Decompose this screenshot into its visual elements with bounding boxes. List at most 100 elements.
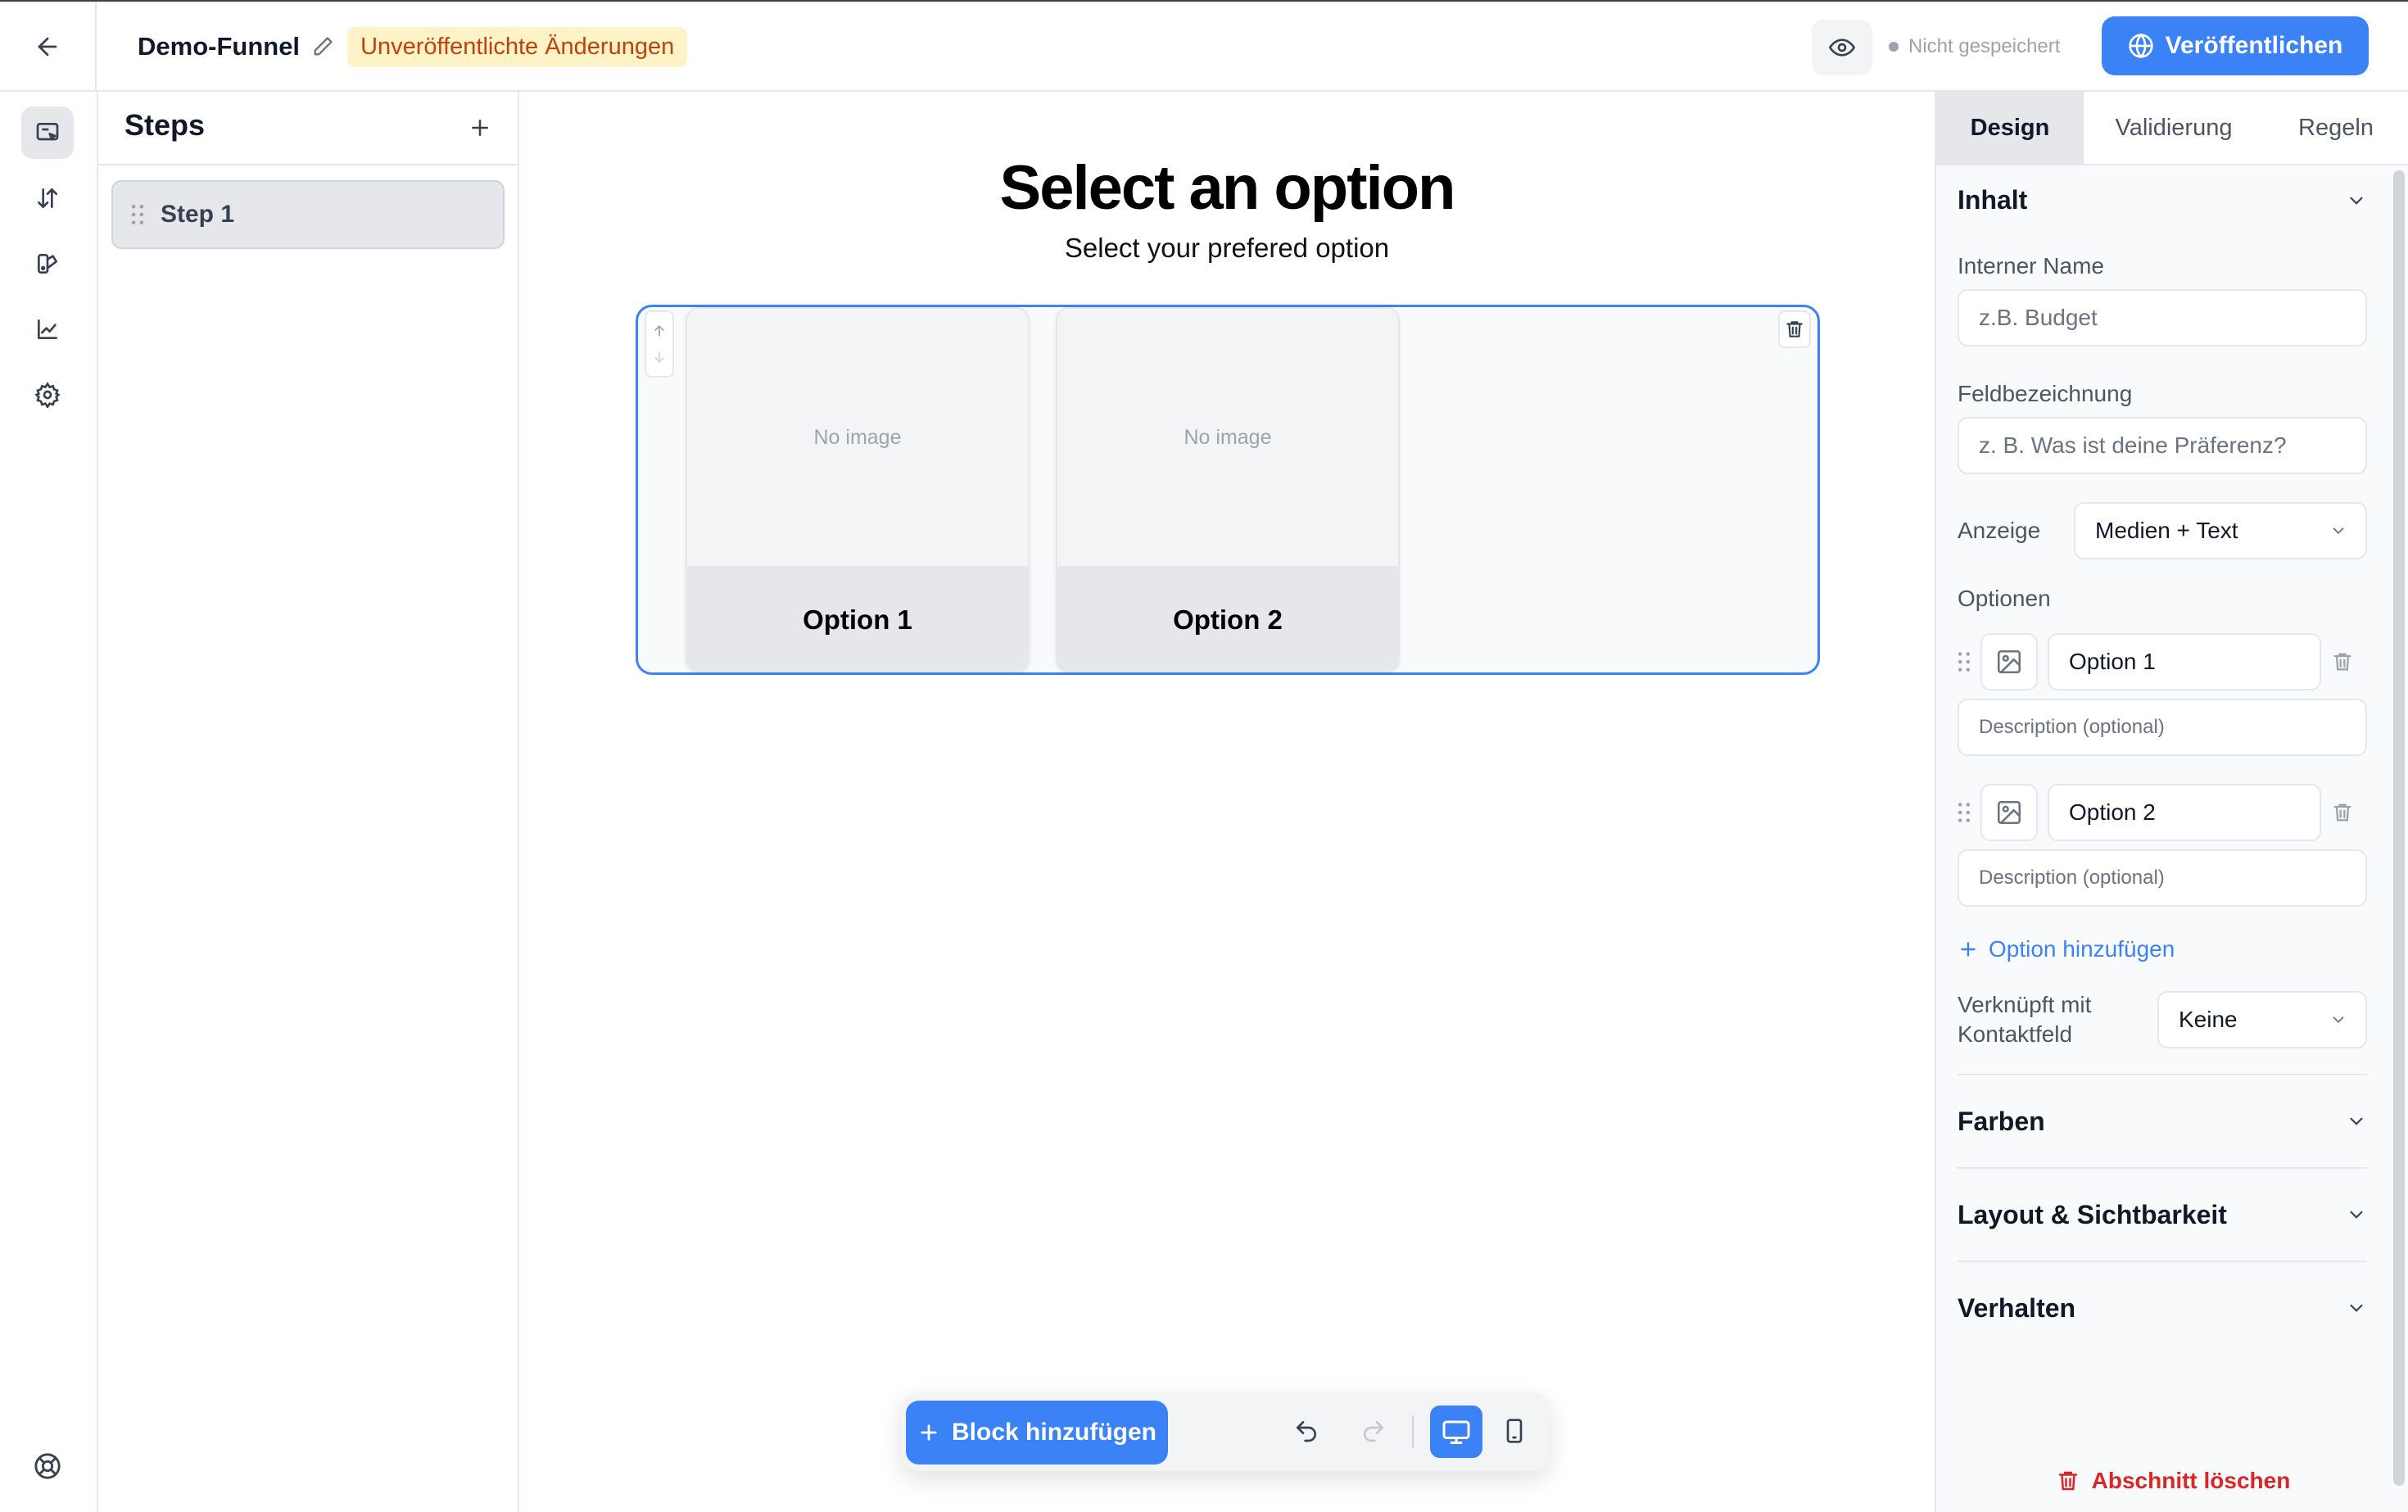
top-bar: Demo-Funnel Unveröffentlichte Änderungen… [0,0,2408,92]
linked-field-select[interactable]: Keine [2157,991,2367,1048]
chevron-down-icon [2350,1211,2363,1219]
option-editor-row: Option 1 [1958,633,2367,690]
option-image-placeholder: No image [687,309,1028,566]
section-behavior-header[interactable]: Verhalten [1958,1262,2367,1354]
option-image-button[interactable] [1980,784,2038,841]
pencil-icon[interactable] [311,35,334,58]
rail-editor[interactable] [21,106,74,159]
floating-toolbar: Block hinzufügen [901,1392,1550,1471]
settings-icon [34,382,61,408]
image-icon [1997,650,2021,674]
internal-name-input[interactable]: z.B. Budget [1958,289,2367,346]
plus-icon [472,120,488,136]
back-button[interactable] [0,2,97,92]
rail-settings[interactable] [21,369,74,421]
options-label: Optionen [1958,586,2051,611]
option-description-input[interactable]: Description (optional) [1958,699,2367,756]
chevron-down-icon [2350,197,2363,205]
option-editor-row: Option 2 [1958,784,2367,841]
publish-button[interactable]: Veröffentlichen [2102,16,2369,75]
inspector-scrollbar[interactable] [2393,170,2405,1486]
redo-button[interactable] [1353,1410,1394,1451]
arrow-up-icon[interactable] [651,323,668,339]
linked-field-label: Verknüpft mit Kontaktfeld [1958,990,2091,1049]
option-label: Option 2 [1057,566,1398,671]
question-title[interactable]: Select an option [519,152,1935,224]
unpublished-badge: Unveröffentlichte Änderungen [347,26,688,67]
image-icon [1997,800,2021,825]
question-subtitle[interactable]: Select your prefered option [519,233,1935,264]
funnel-title[interactable]: Demo-Funnel [138,32,300,61]
drag-handle-icon[interactable] [129,204,146,225]
globe-icon [2128,33,2153,59]
arrow-down-icon[interactable] [651,349,668,365]
section-behavior-title: Verhalten [1958,1292,2076,1323]
tab-rules[interactable]: Regeln [2264,92,2408,164]
drag-handle-icon[interactable] [1958,651,1971,672]
option-label: Option 1 [687,566,1028,671]
option-block[interactable]: No image Option 1 No image Option 2 [636,305,1820,675]
option-name-input[interactable]: Option 1 [2048,633,2321,690]
redo-icon [1364,1421,1383,1442]
field-label-input[interactable]: z. B. Was ist deine Präferenz? [1958,417,2367,474]
add-option-button[interactable]: Option hinzufügen [1958,936,2367,962]
toolbar-divider [1412,1415,1414,1448]
option-name-input[interactable]: Option 2 [2048,784,2321,841]
rail-theme[interactable] [21,238,74,290]
option-image-button[interactable] [1980,633,2038,690]
linked-field-value: Keine [2179,1007,2238,1032]
title-area: Demo-Funnel Unveröffentlichte Änderungen [138,2,688,92]
plus-icon [1961,942,1976,957]
preview-button[interactable] [1812,20,1872,75]
delete-section-label: Abschnitt löschen [2091,1468,2291,1493]
rail-analytics[interactable] [21,303,74,355]
save-status: Nicht gespeichert [1889,2,2060,92]
add-block-label: Block hinzufügen [952,1419,1156,1446]
mobile-icon [1506,1419,1523,1443]
section-content-header[interactable]: Inhalt [1958,185,2367,215]
theme-icon [38,254,57,274]
step-label: Step 1 [161,201,235,228]
chevron-down-icon [2333,1016,2344,1024]
delete-section-button[interactable]: Abschnitt löschen [1936,1468,2408,1494]
status-dot-icon [1889,42,1899,52]
analytics-icon [38,319,57,339]
eye-icon [1829,38,1855,57]
tab-validation[interactable]: Validierung [2084,92,2264,164]
trash-icon [2058,1471,2077,1491]
chevron-down-icon [2350,1304,2363,1312]
option-description-input[interactable]: Description (optional) [1958,849,2367,907]
plus-icon [921,1424,937,1441]
help-icon [34,1453,61,1479]
mobile-view-button[interactable] [1494,1410,1535,1451]
trash-icon[interactable] [2331,801,2354,824]
desktop-view-button[interactable] [1430,1406,1482,1458]
option-image-placeholder: No image [1057,309,1398,566]
step-item[interactable]: Step 1 [111,180,505,249]
reorder-controls [645,310,674,378]
display-select[interactable]: Medien + Text [2074,502,2367,559]
editor-canvas: Select an option Select your prefered op… [519,92,1935,1512]
delete-block-button[interactable] [1778,310,1811,348]
add-step-button[interactable] [464,111,496,144]
swap-icon [38,188,57,208]
trash-icon[interactable] [2331,650,2354,673]
rail-swap[interactable] [21,172,74,224]
editor-icon [36,123,59,141]
option-card[interactable]: No image Option 2 [1056,307,1400,672]
undo-icon [1297,1421,1316,1442]
section-layout-title: Layout & Sichtbarkeit [1958,1199,2227,1229]
steps-title: Steps [124,108,206,142]
rail-help[interactable] [21,1440,74,1492]
steps-panel: Steps Step 1 [98,92,519,1512]
publish-label: Veröffentlichen [2165,32,2343,59]
undo-button[interactable] [1286,1410,1327,1451]
tab-design[interactable]: Design [1936,92,2084,164]
add-block-button[interactable]: Block hinzufügen [906,1401,1168,1464]
section-layout-header[interactable]: Layout & Sichtbarkeit [1958,1169,2367,1261]
field-label-label: Feldbezeichnung [1958,381,2133,406]
drag-handle-icon[interactable] [1958,802,1971,823]
option-card[interactable]: No image Option 1 [686,307,1030,672]
section-colors-header[interactable]: Farben [1958,1075,2367,1167]
section-colors-title: Farben [1958,1106,2045,1136]
